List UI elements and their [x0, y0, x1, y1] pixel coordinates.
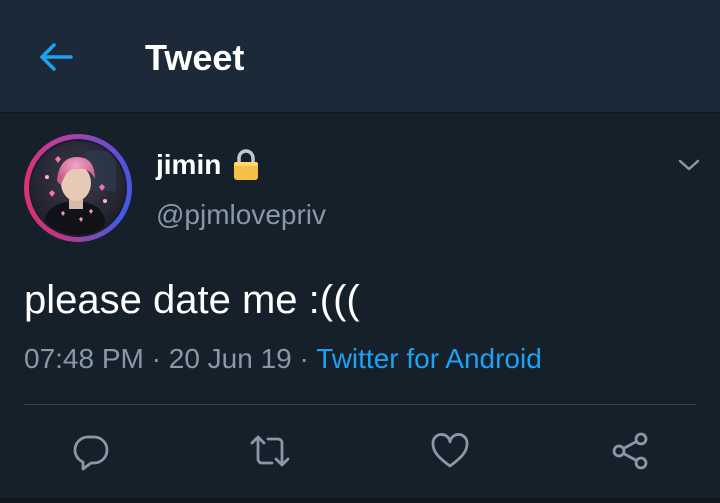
share-icon [612, 432, 648, 470]
lock-icon [234, 149, 259, 180]
retweet-icon [250, 435, 290, 467]
tweet-detail-screen: Tweet jimin @pjmlovepriv please date me … [0, 0, 720, 503]
meta-separator: · [151, 343, 161, 374]
page-title: Tweet [145, 37, 245, 78]
tweet-meta: 07:48 PM · 20 Jun 19 · Twitter for Andro… [24, 342, 542, 376]
author-handle: @pjmlovepriv [156, 199, 327, 230]
back-button[interactable] [28, 34, 84, 80]
avatar-ring-gap [29, 139, 127, 237]
top-app-bar: Tweet [0, 0, 720, 113]
tweet-text: please date me :((( [24, 278, 360, 322]
avatar-photo [31, 141, 125, 235]
reply-icon [73, 435, 109, 471]
author-name-row[interactable]: jimin [156, 148, 261, 182]
divider [24, 404, 696, 405]
tweet-source-link[interactable]: Twitter for Android [316, 343, 542, 374]
chevron-down-icon [678, 159, 700, 171]
avatar[interactable] [24, 134, 132, 242]
arrow-left-icon [40, 43, 73, 71]
meta-separator: · [299, 343, 309, 374]
retweet-button[interactable] [247, 428, 293, 474]
share-button[interactable] [607, 428, 653, 474]
tweet-date: 20 Jun 19 [168, 343, 292, 374]
tweet-options-button[interactable] [672, 148, 706, 182]
bottom-divider [0, 498, 720, 503]
tweet-actions-bar [0, 428, 720, 474]
reply-button[interactable] [68, 428, 114, 474]
like-button[interactable] [427, 428, 473, 474]
tweet-time: 07:48 PM [24, 343, 144, 374]
author-name: jimin [156, 149, 222, 180]
heart-icon [431, 433, 469, 468]
